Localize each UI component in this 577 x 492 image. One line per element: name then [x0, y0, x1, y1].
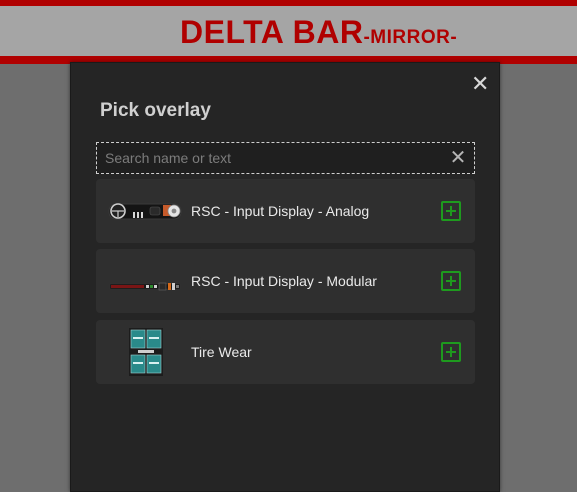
overlay-item-label: Tire Wear: [191, 344, 252, 360]
overlay-item-tire-wear[interactable]: Tire Wear: [96, 320, 475, 384]
input-display-analog-thumbnail: [108, 203, 182, 220]
add-icon[interactable]: [441, 201, 461, 221]
add-icon[interactable]: [441, 271, 461, 291]
overlay-item-label: RSC - Input Display - Analog: [191, 203, 370, 219]
dialog-title: Pick overlay: [100, 100, 211, 121]
overlay-item-label: RSC - Input Display - Modular: [191, 273, 377, 289]
search-input[interactable]: [105, 147, 435, 169]
search-box: ✕: [96, 142, 475, 174]
close-icon[interactable]: ✕: [471, 73, 489, 95]
overlay-item-input-display-modular[interactable]: RSC - Input Display - Modular: [96, 249, 475, 313]
banner-title-main: DELTA BAR: [180, 14, 364, 50]
banner-title: DELTA BAR-MIRROR-: [180, 14, 457, 51]
tire-wear-thumbnail: [129, 328, 163, 376]
add-icon[interactable]: [441, 342, 461, 362]
overlay-item-input-display-analog[interactable]: RSC - Input Display - Analog: [96, 179, 475, 243]
app-banner: DELTA BAR-MIRROR-: [0, 0, 577, 64]
clear-search-icon[interactable]: ✕: [448, 147, 468, 169]
pick-overlay-dialog: ✕ Pick overlay ✕ RSC - Input Display - A…: [70, 62, 500, 492]
banner-title-subtitle: -MIRROR-: [363, 27, 458, 48]
input-display-modular-thumbnail: [109, 282, 181, 291]
